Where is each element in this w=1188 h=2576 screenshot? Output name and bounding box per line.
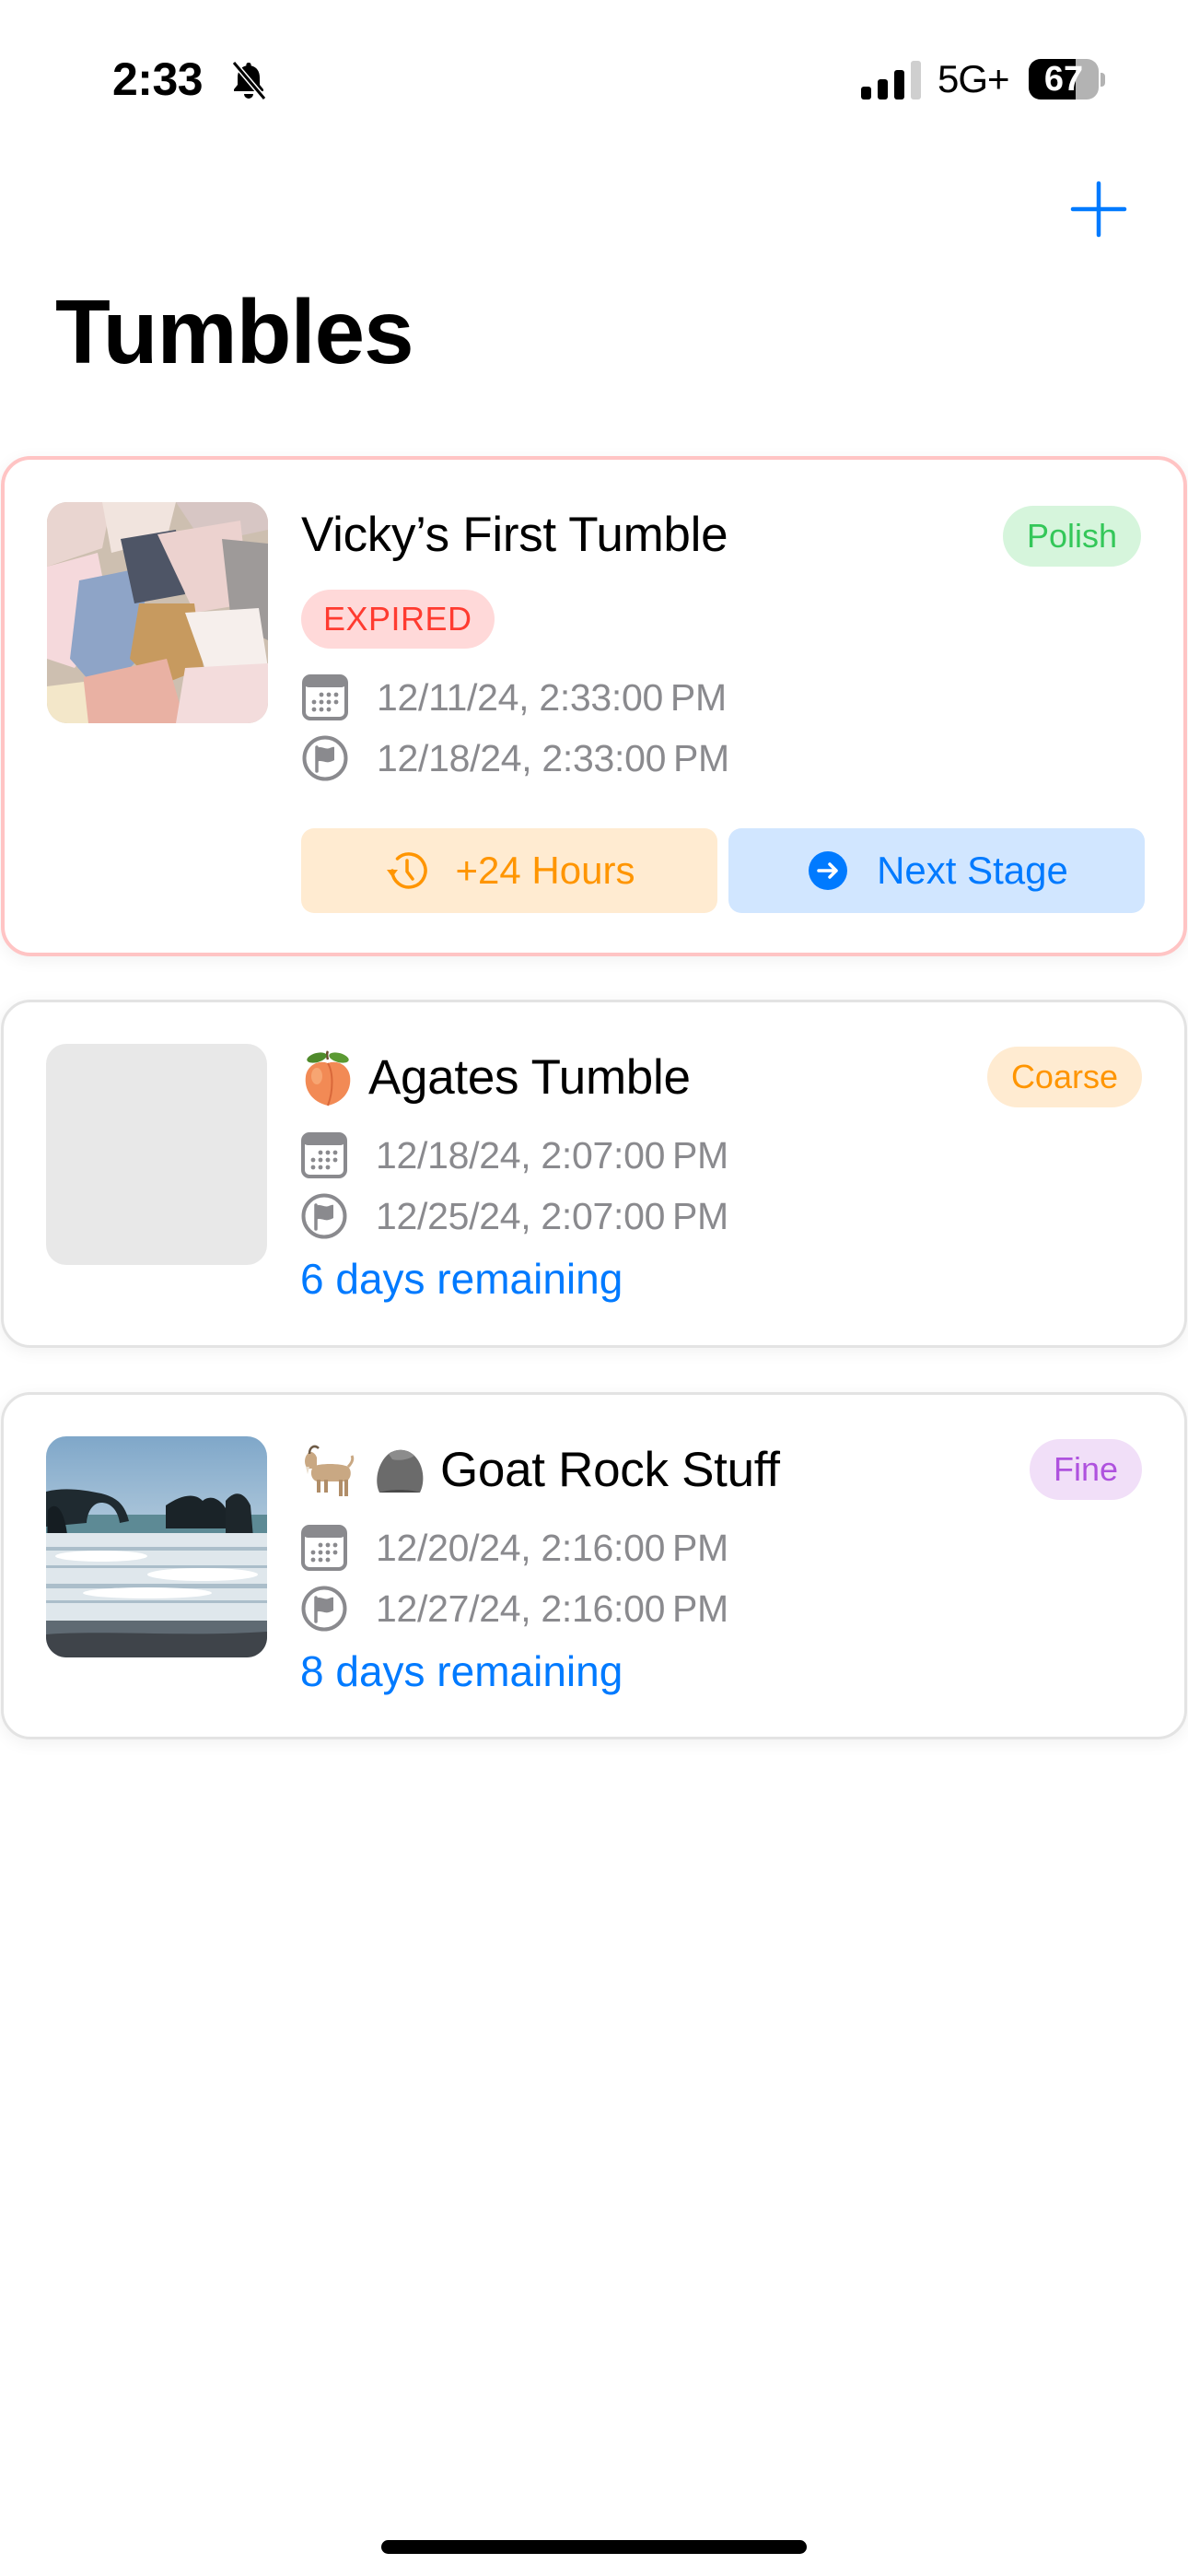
tumble-photo	[47, 502, 268, 723]
stage-badge: Fine	[1029, 1439, 1142, 1500]
goat-emoji-icon	[300, 1441, 359, 1500]
add-24-hours-button[interactable]: +24 Hours	[301, 828, 717, 913]
tumble-name: Goat Rock Stuff	[440, 1443, 780, 1497]
end-date-row: 12/18/24, 2:33:00 PM	[301, 732, 729, 784]
tumble-name-row: Goat Rock Stuff	[300, 1441, 780, 1500]
add-24-hours-label: +24 Hours	[455, 849, 635, 892]
tumble-card[interactable]: Agates Tumble Coarse 12/18/24, 2:07:00 P…	[1, 1000, 1187, 1348]
battery-indicator: 67	[1029, 59, 1106, 100]
cellular-signal-icon	[861, 61, 921, 100]
page-title: Tumbles	[55, 281, 414, 382]
start-date-row: 12/18/24, 2:07:00 PM	[300, 1130, 728, 1181]
add-tumble-button[interactable]	[1068, 179, 1129, 240]
photo-placeholder	[46, 1044, 267, 1265]
days-remaining: 6 days remaining	[300, 1255, 623, 1303]
tumble-name: Vicky’s First Tumble	[301, 508, 728, 562]
next-stage-button[interactable]: Next Stage	[728, 828, 1145, 913]
flag-circle-icon	[301, 1193, 347, 1239]
expired-badge: EXPIRED	[301, 590, 495, 649]
tumble-photo	[46, 1436, 267, 1657]
stage-badge: Coarse	[986, 1047, 1142, 1107]
start-date: 12/18/24, 2:07:00 PM	[376, 1133, 728, 1177]
start-date-row: 12/20/24, 2:16:00 PM	[300, 1522, 728, 1574]
status-time: 2:33	[112, 53, 204, 105]
end-date-row: 12/27/24, 2:16:00 PM	[300, 1583, 728, 1634]
clock-arrow-icon	[386, 852, 427, 889]
flag-circle-icon	[301, 1586, 347, 1632]
bell-slash-icon	[231, 61, 267, 100]
end-date: 12/18/24, 2:33:00 PM	[377, 736, 729, 779]
ocean-rock-arch-photo	[46, 1436, 267, 1657]
stage-badge: Polish	[1002, 506, 1141, 567]
tumble-name-row: Agates Tumble	[300, 1048, 691, 1107]
calendar-icon	[301, 1525, 347, 1571]
arrow-right-circle-icon	[809, 851, 848, 890]
calendar-icon	[301, 1132, 347, 1178]
start-date: 12/11/24, 2:33:00 PM	[377, 675, 727, 719]
flag-circle-icon	[302, 735, 348, 781]
rock-emoji-icon	[372, 1441, 427, 1500]
start-date-row: 12/11/24, 2:33:00 PM	[301, 672, 727, 723]
calendar-icon	[302, 674, 348, 720]
tumble-name: Agates Tumble	[368, 1050, 691, 1105]
home-indicator[interactable]	[381, 2540, 807, 2554]
battery-nub	[1101, 73, 1105, 87]
end-date: 12/27/24, 2:16:00 PM	[376, 1587, 728, 1630]
network-type: 5G+	[938, 57, 1010, 100]
peach-emoji-icon	[300, 1048, 355, 1107]
rough-crystals-photo	[47, 502, 268, 723]
start-date: 12/20/24, 2:16:00 PM	[376, 1526, 728, 1569]
end-date-row: 12/25/24, 2:07:00 PM	[300, 1190, 728, 1242]
end-date: 12/25/24, 2:07:00 PM	[376, 1194, 728, 1237]
tumble-card[interactable]: Goat Rock Stuff Fine 12/20/24, 2:16:00 P…	[1, 1392, 1187, 1739]
days-remaining: 8 days remaining	[300, 1647, 623, 1695]
battery-percent: 67	[1043, 60, 1084, 99]
next-stage-label: Next Stage	[877, 849, 1068, 892]
tumble-card[interactable]: Vicky’s First Tumble Polish EXPIRED 12/1…	[1, 456, 1187, 956]
